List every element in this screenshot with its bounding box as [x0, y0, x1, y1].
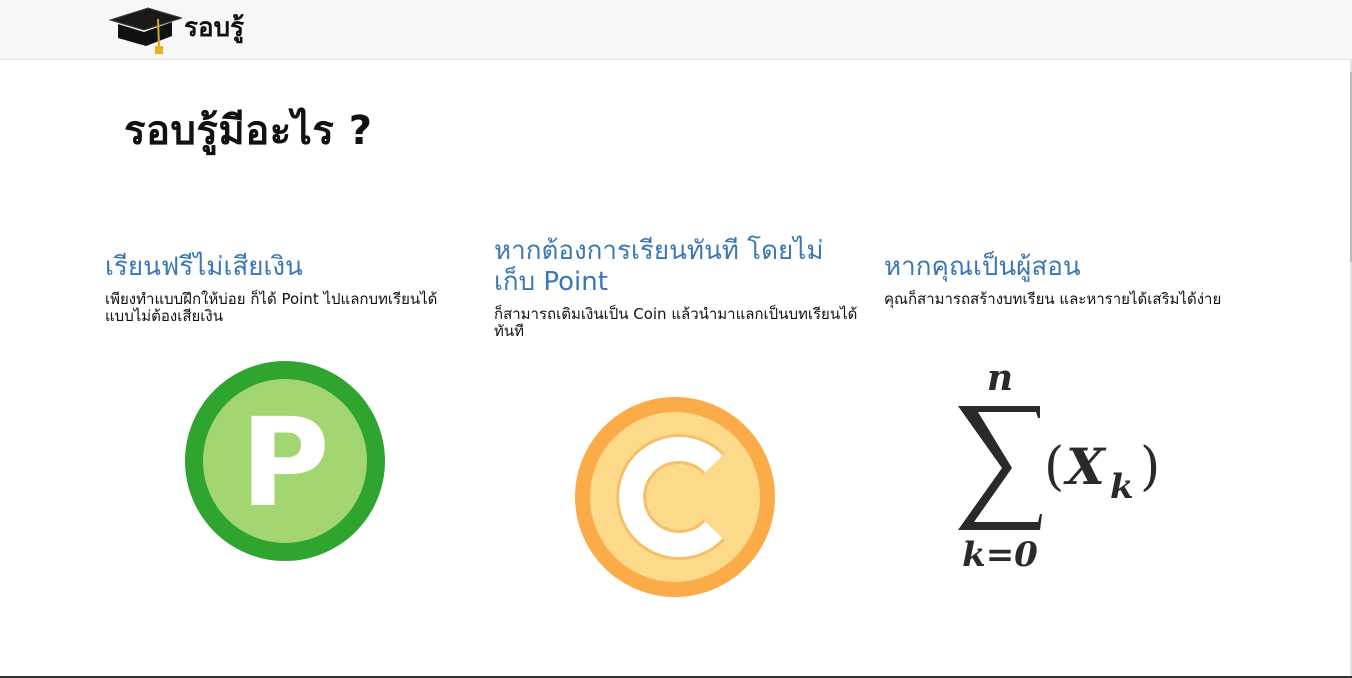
term-variable: X: [1063, 437, 1107, 496]
feature-heading: หากต้องการเรียนทันที โดยไม่เก็บ Point: [494, 236, 824, 297]
term-close-paren: ): [1140, 437, 1160, 497]
feature-description: ก็สามารถเติมเงินเป็น Coin แล้วนำมาแลกเป็…: [494, 305, 858, 340]
feature-instant-learning: หากต้องการเรียนทันที โดยไม่เก็บ Point ก็…: [494, 236, 864, 340]
point-coin-icon: P: [184, 360, 386, 562]
brand-link[interactable]: รอบรู้: [108, 6, 244, 56]
feature-description: เพียงทำแบบฝึกให้บ่อย ก็ได้ Point ไปแลกบท…: [105, 290, 438, 325]
coin-letter: C: [574, 396, 575, 397]
coin-icon: C: [574, 396, 776, 598]
summation-icon: n k=0 ( X k ): [930, 356, 1190, 576]
term-open-paren: (: [1044, 437, 1064, 497]
navbar: รอบรู้: [0, 0, 1352, 60]
page-title: รอบรู้มีอะไร ?: [124, 108, 373, 154]
sum-upper: n: [987, 357, 1013, 399]
graduation-cap-icon: [108, 7, 182, 54]
term-subscript: k: [1110, 467, 1134, 507]
brand-name: รอบรู้: [184, 12, 245, 43]
feature-teacher: หากคุณเป็นผู้สอน คุณก็สามารถสร้างบทเรียน…: [884, 252, 1244, 308]
feature-description: คุณก็สามารถสร้างบทเรียน และหารายได้เสริม…: [884, 290, 1222, 308]
feature-heading: หากคุณเป็นผู้สอน: [884, 252, 1081, 282]
sum-lower: k=0: [962, 535, 1038, 575]
sigma-symbol: [958, 406, 1042, 530]
point-coin-letter: P: [240, 392, 329, 534]
feature-free-learning: เรียนฟรีไม่เสียเงิน เพียงทำแบบฝึกให้บ่อย…: [105, 252, 465, 325]
feature-heading: เรียนฟรีไม่เสียเงิน: [105, 252, 303, 282]
